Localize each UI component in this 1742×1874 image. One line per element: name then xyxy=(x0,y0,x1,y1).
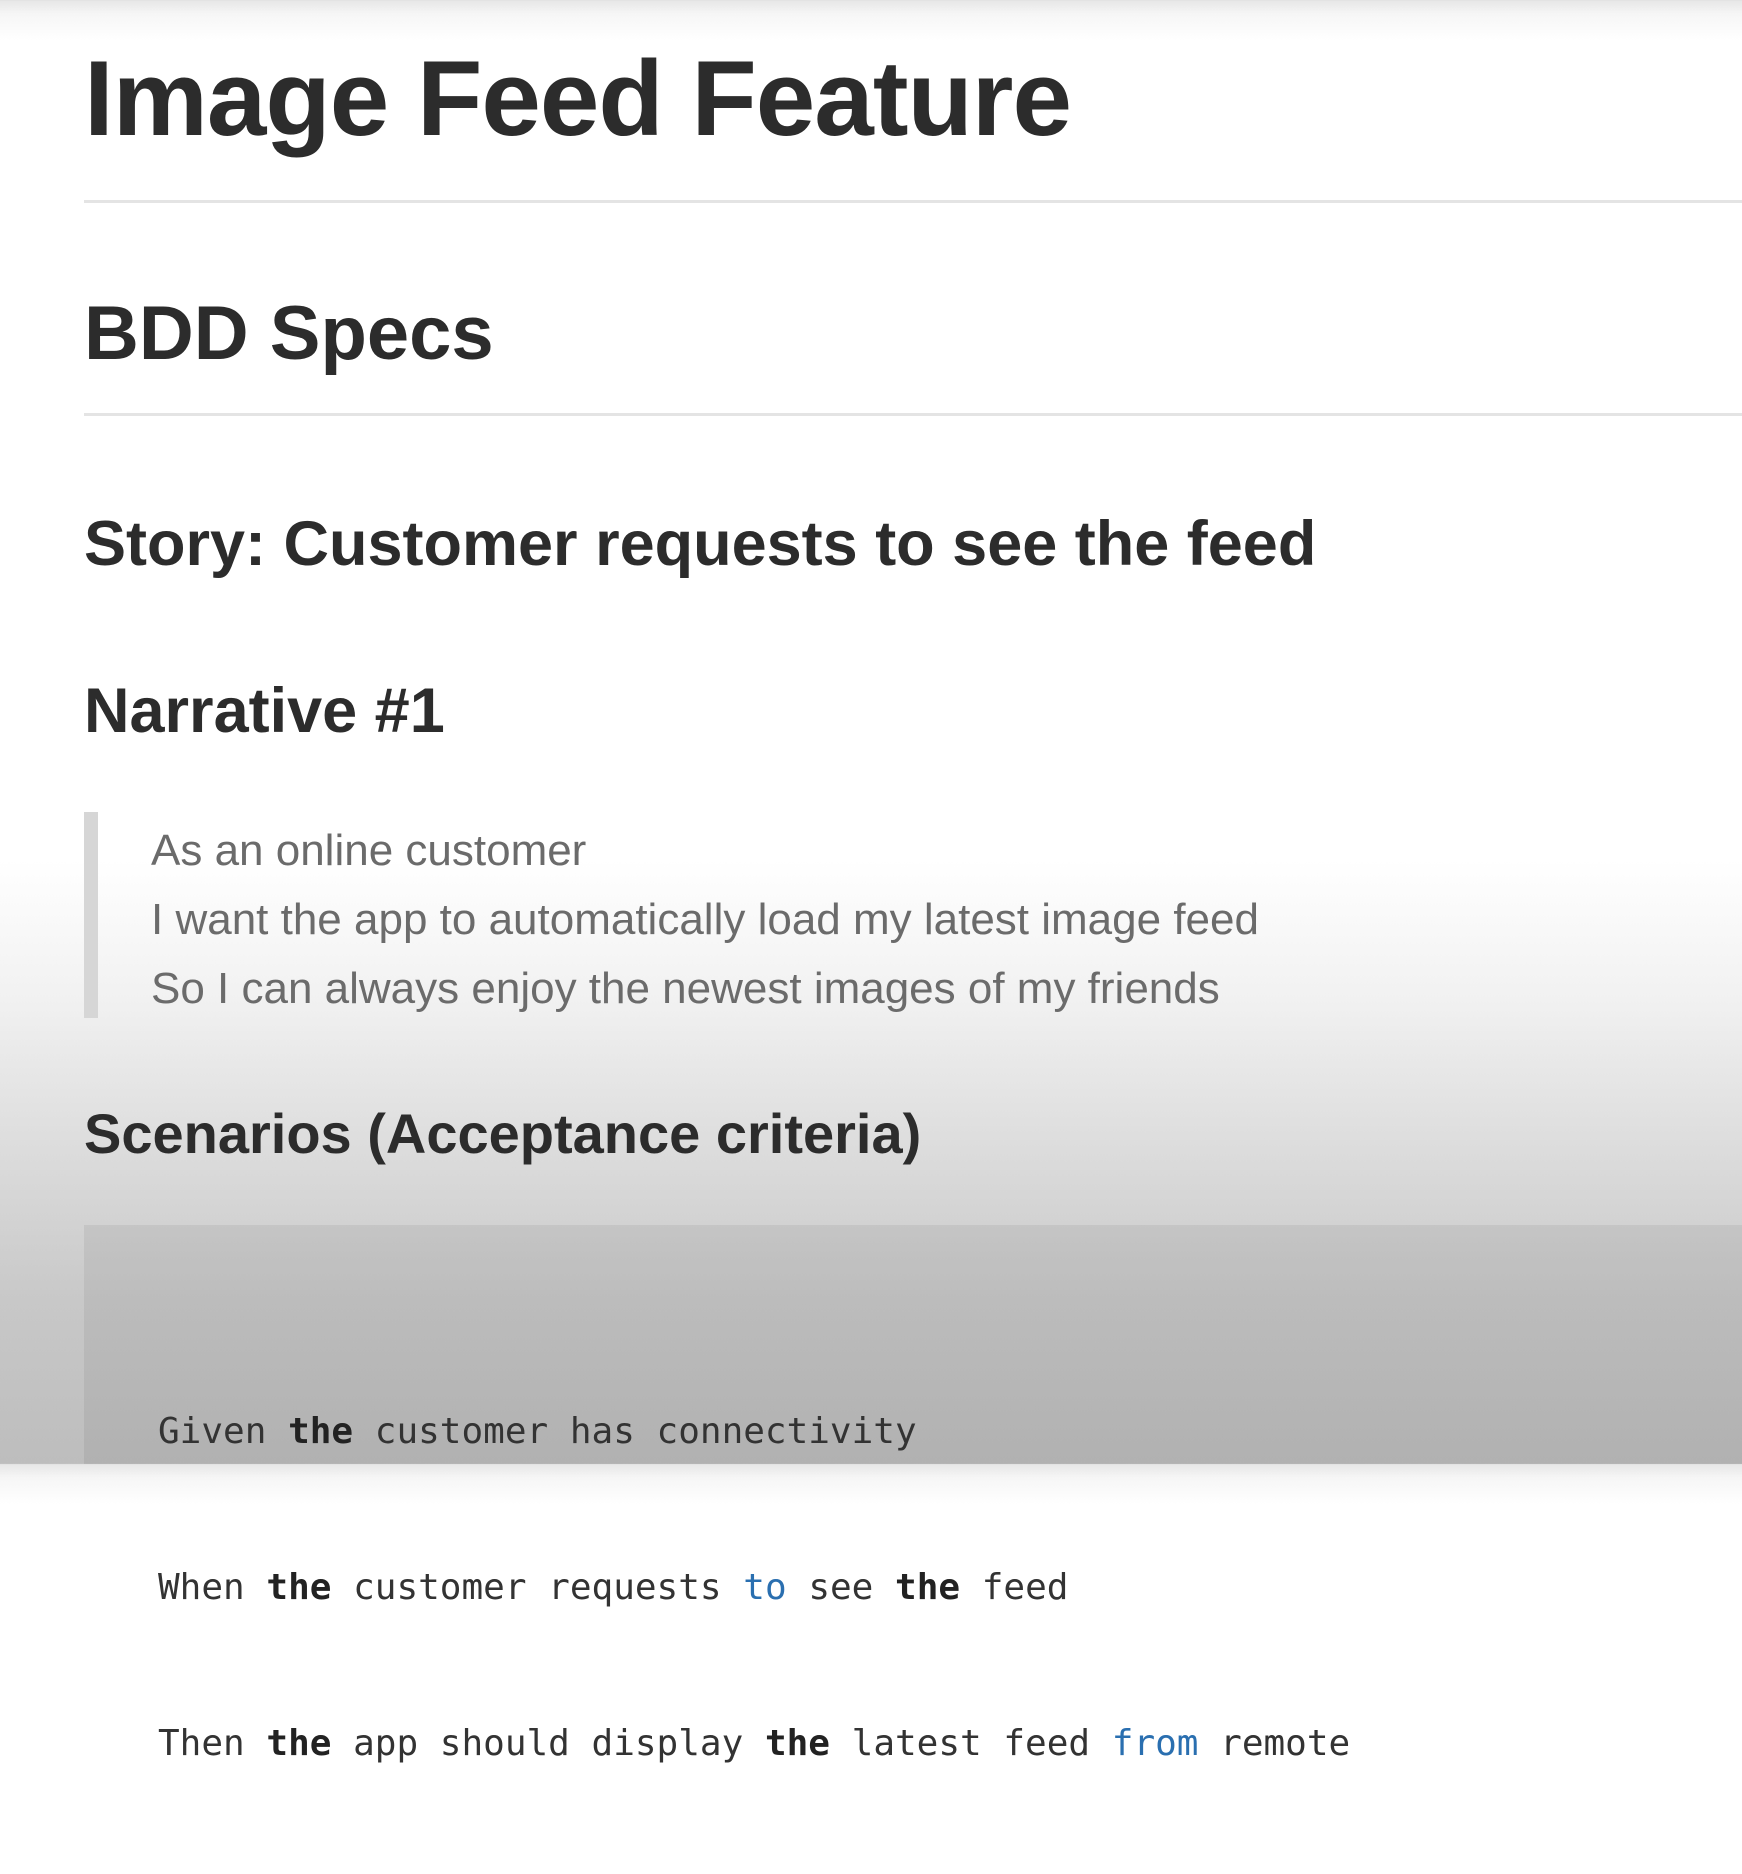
page-title: Image Feed Feature xyxy=(84,38,1072,158)
code-token: customer has connectivity xyxy=(374,1411,917,1452)
code-token: to xyxy=(743,1567,787,1608)
code-token: Then xyxy=(158,1723,245,1764)
code-token: remote xyxy=(1220,1723,1351,1764)
code-token: the xyxy=(266,1723,332,1764)
story-heading: Story: Customer requests to see the feed xyxy=(84,509,1317,579)
code-token: see xyxy=(808,1567,874,1608)
code-token: the xyxy=(288,1411,354,1452)
narrative-heading: Narrative #1 xyxy=(84,676,445,746)
scenario-code-block: Given the customer has connectivity When… xyxy=(84,1225,1742,1764)
code-token: When xyxy=(158,1567,245,1608)
section-divider xyxy=(84,413,1742,416)
code-lines: Given the customer has connectivity When… xyxy=(158,1302,1350,1874)
code-token: Given xyxy=(158,1411,267,1452)
code-token: the xyxy=(895,1567,961,1608)
code-token: app should display xyxy=(353,1723,744,1764)
code-token: the xyxy=(764,1723,830,1764)
title-divider xyxy=(84,200,1742,203)
code-token: from xyxy=(1111,1723,1199,1764)
blockquote-bar xyxy=(84,812,98,1018)
narrative-lines: As an online customer I want the app to … xyxy=(151,816,1259,1023)
narrative-line: So I can always enjoy the newest images … xyxy=(151,964,1220,1013)
narrative-blockquote: As an online customer I want the app to … xyxy=(84,812,1484,1018)
narrative-line: I want the app to automatically load my … xyxy=(151,895,1259,944)
scenarios-heading: Scenarios (Acceptance criteria) xyxy=(84,1102,922,1165)
code-token: latest feed xyxy=(851,1723,1091,1764)
narrative-line: As an online customer xyxy=(151,826,587,875)
code-line-when: When the customer requests to see the fe… xyxy=(158,1562,1350,1614)
code-token: the xyxy=(266,1567,332,1608)
document-page: Image Feed Feature BDD Specs Story: Cust… xyxy=(84,0,1742,1764)
section-heading: BDD Specs xyxy=(84,291,494,376)
code-line-then: Then the app should display the latest f… xyxy=(158,1718,1350,1770)
code-token: feed xyxy=(981,1567,1069,1608)
code-line-given: Given the customer has connectivity xyxy=(158,1406,1350,1458)
code-token: customer requests xyxy=(353,1567,722,1608)
